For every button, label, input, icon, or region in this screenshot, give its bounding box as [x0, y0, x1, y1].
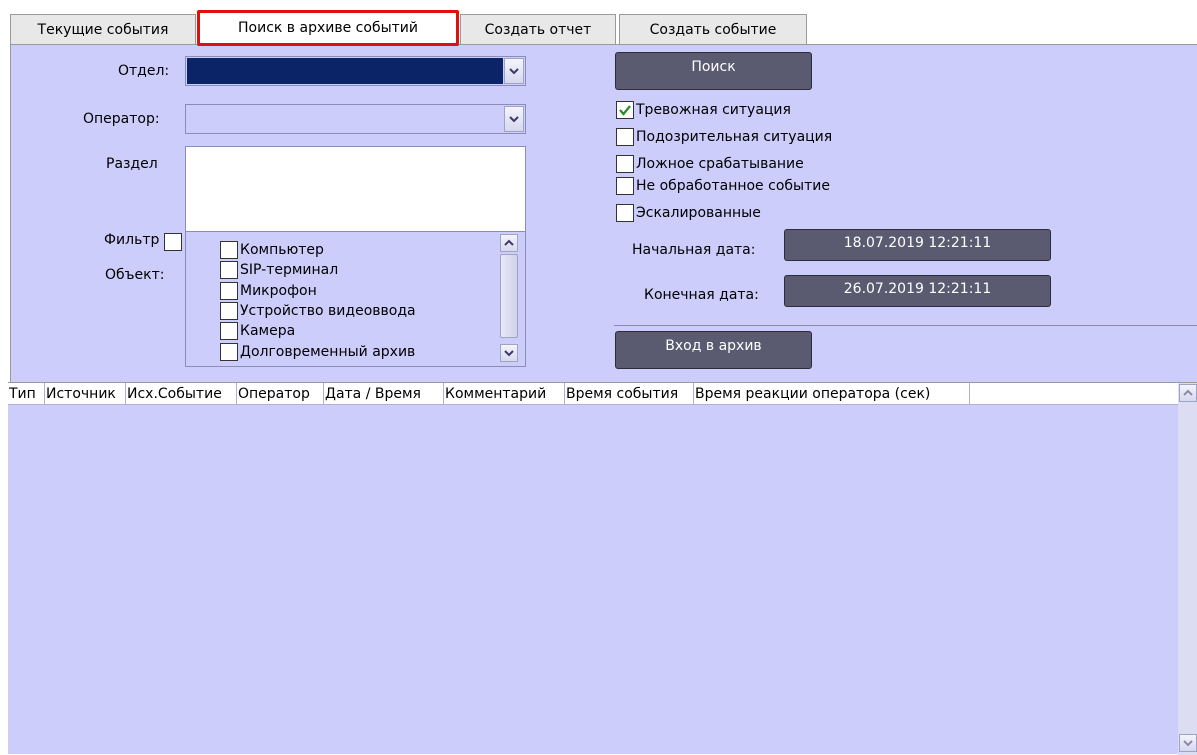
- object-label: Микрофон: [240, 283, 317, 299]
- chevron-down-icon[interactable]: [500, 344, 518, 362]
- object-checkbox[interactable]: [220, 343, 238, 361]
- section-list[interactable]: [185, 146, 526, 232]
- column-header[interactable]: Дата / Время: [324, 383, 444, 405]
- table-header: Тип Источник Исх.Событие Оператор Дата /…: [8, 383, 1178, 405]
- status-option-label: Подозрительная ситуация: [636, 129, 833, 145]
- object-checkbox[interactable]: [220, 302, 238, 320]
- operator-selected-value: [187, 106, 503, 132]
- department-selected-value: [187, 58, 503, 84]
- object-checkbox[interactable]: [220, 261, 238, 279]
- list-item[interactable]: Компьютер: [220, 240, 324, 260]
- start-date-field[interactable]: 18.07.2019 12:21:11: [784, 229, 1051, 261]
- list-item[interactable]: Устройство видеоввода: [220, 301, 416, 321]
- status-option-false-alarm[interactable]: Ложное срабатывание: [616, 154, 804, 174]
- tab-archive-search[interactable]: Поиск в архиве событий: [197, 10, 459, 46]
- status-option-label: Не обработанное событие: [636, 178, 830, 194]
- scrollbar-thumb[interactable]: [500, 254, 518, 338]
- check-icon: [619, 105, 631, 116]
- chevron-down-icon[interactable]: [504, 106, 524, 132]
- divider: [614, 325, 1197, 326]
- department-select[interactable]: [185, 56, 526, 86]
- status-option-suspicious[interactable]: Подозрительная ситуация: [616, 127, 832, 147]
- search-button[interactable]: Поиск: [615, 52, 812, 90]
- column-header[interactable]: Комментарий: [444, 383, 565, 405]
- status-checkbox[interactable]: [616, 177, 634, 195]
- tab-current-events[interactable]: Текущие события: [10, 14, 196, 44]
- column-header[interactable]: Время реакции оператора (сек): [694, 383, 970, 405]
- object-label: Устройство видеоввода: [240, 303, 416, 319]
- enter-archive-button[interactable]: Вход в архив: [615, 331, 812, 369]
- object-checkbox[interactable]: [220, 282, 238, 300]
- status-option-label: Тревожная ситуация: [636, 102, 791, 118]
- object-label: Долговременный архив: [240, 344, 416, 360]
- column-header[interactable]: Тип: [8, 383, 45, 405]
- start-date-label: Начальная дата:: [632, 242, 756, 258]
- chevron-up-icon[interactable]: [1179, 384, 1197, 402]
- status-option-label: Эскалированные: [636, 205, 761, 221]
- tab-create-report[interactable]: Создать отчет: [460, 14, 616, 44]
- column-header[interactable]: Оператор: [237, 383, 324, 405]
- status-checkbox[interactable]: [616, 101, 634, 119]
- chevron-down-icon[interactable]: [1179, 734, 1197, 752]
- status-option-escalated[interactable]: Эскалированные: [616, 203, 761, 223]
- tab-create-event[interactable]: Создать событие: [619, 14, 807, 44]
- operator-select[interactable]: [185, 104, 526, 134]
- end-date-field[interactable]: 26.07.2019 12:21:11: [784, 275, 1051, 307]
- object-label: Объект:: [105, 267, 165, 283]
- list-item[interactable]: Микрофон: [220, 281, 317, 301]
- column-header[interactable]: Источник: [45, 383, 126, 405]
- object-checkbox[interactable]: [220, 322, 238, 340]
- status-option-unprocessed[interactable]: Не обработанное событие: [616, 176, 830, 196]
- operator-label: Оператор:: [83, 111, 160, 127]
- list-item[interactable]: Долговременный архив: [220, 342, 415, 362]
- filter-label: Фильтр: [104, 232, 160, 248]
- department-label: Отдел:: [118, 63, 170, 79]
- object-label: Компьютер: [240, 242, 324, 258]
- object-list[interactable]: Компьютер SIP-терминал Микрофон Устройст…: [185, 231, 526, 367]
- status-checkbox[interactable]: [616, 155, 634, 173]
- column-header[interactable]: Исх.Событие: [126, 383, 237, 405]
- list-item[interactable]: SIP-терминал: [220, 260, 338, 280]
- table-scrollbar[interactable]: [1178, 383, 1197, 755]
- object-checkbox[interactable]: [220, 241, 238, 259]
- object-label: Камера: [240, 323, 296, 339]
- end-date-label: Конечная дата:: [644, 287, 759, 303]
- object-label: SIP-терминал: [240, 262, 339, 278]
- status-checkbox[interactable]: [616, 204, 634, 222]
- chevron-down-icon[interactable]: [504, 58, 524, 84]
- object-list-scrollbar[interactable]: [493, 232, 525, 366]
- list-item[interactable]: Камера: [220, 321, 295, 341]
- archive-search-panel: Отдел: Оператор: Раздел Фильтр Объект: К…: [8, 44, 1197, 755]
- chevron-up-icon[interactable]: [500, 234, 518, 252]
- status-checkbox[interactable]: [616, 128, 634, 146]
- section-label: Раздел: [106, 156, 158, 172]
- events-table[interactable]: Тип Источник Исх.Событие Оператор Дата /…: [8, 382, 1197, 755]
- status-option-label: Ложное срабатывание: [636, 156, 804, 172]
- column-header[interactable]: Время события: [565, 383, 694, 405]
- status-option-alarm[interactable]: Тревожная ситуация: [616, 100, 791, 120]
- filter-checkbox[interactable]: [164, 233, 182, 251]
